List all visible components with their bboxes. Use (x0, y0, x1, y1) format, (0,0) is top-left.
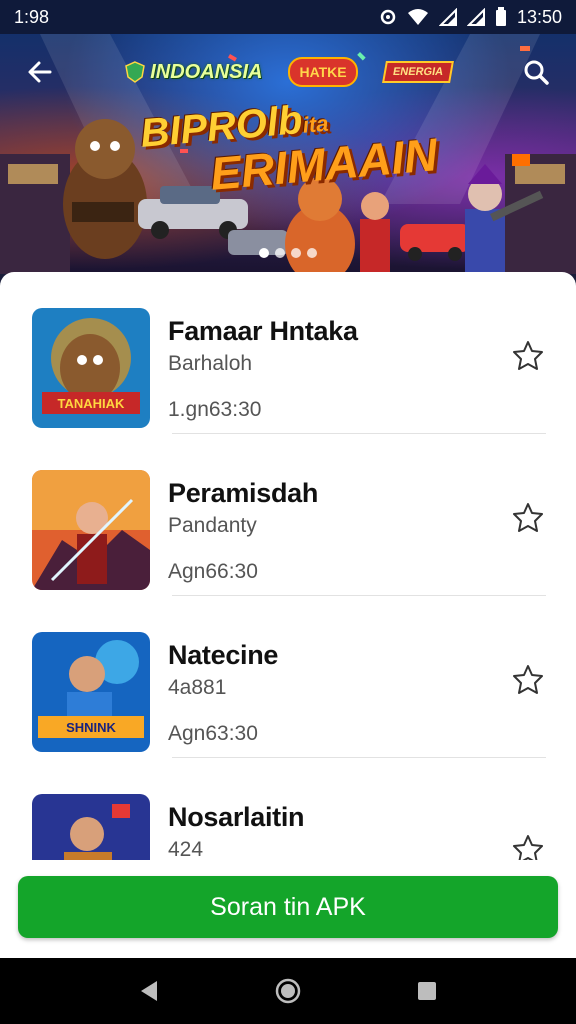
game-thumbnail (32, 794, 150, 860)
shield-icon (125, 61, 146, 83)
hero-banner[interactable]: INDOANSIA HATKE ENERGIA BIPROlbita ERIMA… (0, 34, 576, 274)
recents-square-icon (417, 982, 436, 1000)
favorite-button[interactable] (508, 830, 548, 860)
star-outline-icon (513, 503, 543, 532)
sync-icon (379, 8, 397, 26)
game-subtitle: Pandanty (168, 514, 257, 537)
game-title: Peramisdah (168, 478, 319, 508)
nav-recents-button[interactable] (405, 969, 449, 1013)
banner-title-line1-suffix: ita (301, 110, 330, 138)
star-outline-icon (513, 835, 543, 860)
back-triangle-icon (141, 981, 158, 1001)
logo-badge: HATKE (288, 57, 358, 87)
favorite-button[interactable] (508, 660, 548, 700)
search-icon (524, 60, 549, 85)
banner-topbar: INDOANSIA HATKE ENERGIA (0, 48, 576, 96)
thumb-label: TANAHIAK (58, 396, 126, 411)
game-meta: Agn63:30 (168, 722, 258, 745)
status-bar: 1:98 13:50 (0, 0, 576, 34)
list-item[interactable]: TANAHIAK Famaar Hntaka Barhaloh 1.gn63:3… (0, 272, 576, 434)
list-item[interactable]: Peramisdah Pandanty Agn66:30 (0, 434, 576, 596)
game-subtitle: 4a881 (168, 676, 227, 699)
banner-logos: INDOANSIA HATKE ENERGIA (124, 57, 454, 87)
list-item[interactable]: Nosarlaitin 424 (0, 758, 576, 860)
content-sheet: TANAHIAK Famaar Hntaka Barhaloh 1.gn63:3… (0, 272, 576, 958)
nav-back-button[interactable] (127, 969, 171, 1013)
carousel-dot[interactable] (275, 248, 285, 258)
carousel-dot[interactable] (307, 248, 317, 258)
game-thumbnail: TANAHIAK (32, 308, 150, 428)
game-list: TANAHIAK Famaar Hntaka Barhaloh 1.gn63:3… (0, 272, 576, 860)
home-circle-icon (275, 978, 301, 1004)
game-title: Natecine (168, 640, 279, 670)
download-apk-button[interactable]: Soran tin APK (18, 876, 558, 938)
banner-title: BIPROlbita ERIMAAIN (139, 98, 460, 200)
list-item[interactable]: SHNINK Natecine 4a881 Agn63:30 (0, 596, 576, 758)
favorite-button[interactable] (508, 336, 548, 376)
nav-home-button[interactable] (266, 969, 310, 1013)
star-outline-icon (513, 665, 543, 694)
signal-icon (438, 8, 457, 26)
game-thumbnail (32, 470, 150, 590)
back-button[interactable] (20, 52, 60, 92)
logo-third: ENERGIA (381, 61, 454, 83)
game-subtitle: Barhaloh (168, 352, 253, 375)
wifi-icon (407, 8, 429, 26)
status-time-right: 13:50 (516, 6, 562, 27)
logo-main: INDOANSIA (124, 61, 262, 84)
game-meta: Agn66:30 (168, 560, 258, 583)
signal-icon (466, 8, 485, 26)
system-nav-bar (0, 958, 576, 1024)
status-icons: 13:50 (379, 7, 562, 28)
thumb-label: SHNINK (66, 720, 116, 735)
search-button[interactable] (516, 52, 556, 92)
carousel-indicator (0, 248, 576, 258)
game-title: Famaar Hntaka (168, 316, 358, 346)
game-thumbnail: SHNINK (32, 632, 150, 752)
game-title: Nosarlaitin (168, 802, 305, 832)
carousel-dot[interactable] (291, 248, 301, 258)
logo-main-text: INDOANSIA (150, 60, 263, 83)
game-meta: 1.gn63:30 (168, 398, 262, 421)
star-outline-icon (513, 341, 543, 370)
favorite-button[interactable] (508, 498, 548, 538)
battery-icon (495, 7, 507, 27)
arrow-left-icon (28, 61, 52, 83)
status-time-left: 1:98 (14, 6, 50, 27)
carousel-dot[interactable] (259, 248, 269, 258)
game-subtitle: 424 (168, 838, 204, 860)
